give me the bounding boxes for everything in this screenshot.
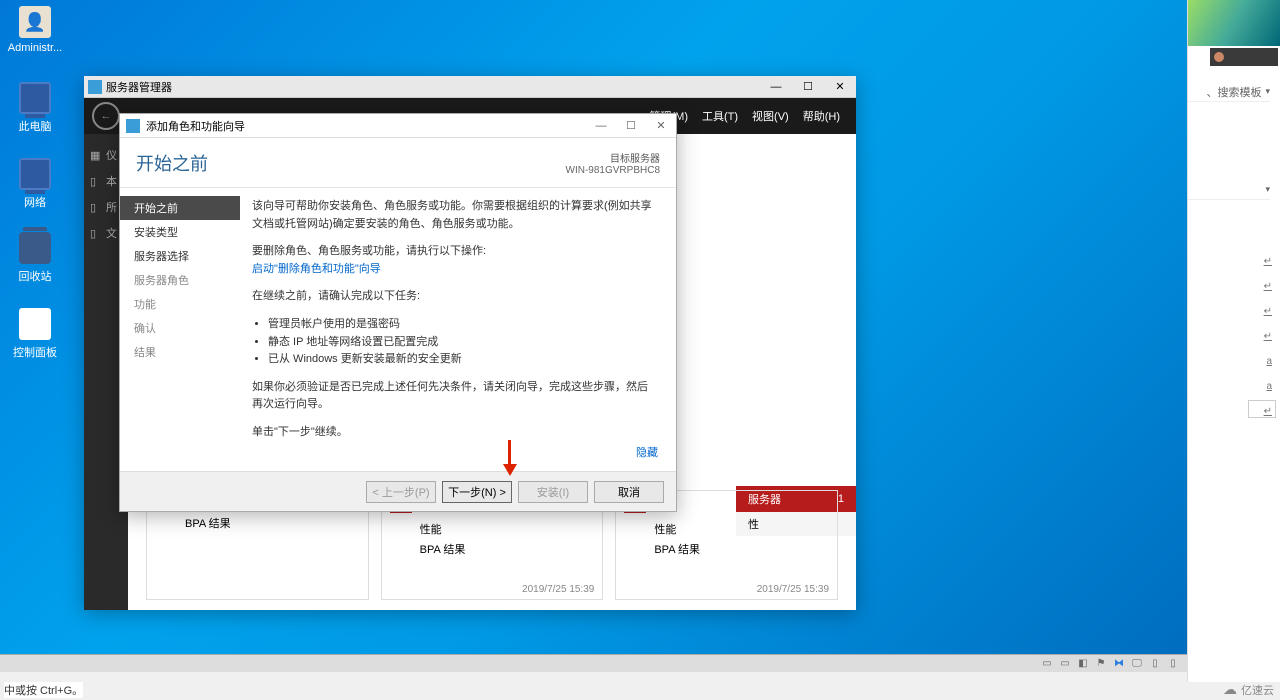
server-manager-icon bbox=[88, 80, 102, 94]
right-dropdown[interactable]: ▾ bbox=[1188, 180, 1270, 200]
next-button[interactable]: 下一步(N) > bbox=[442, 481, 512, 503]
server-manager-titlebar[interactable]: 服务器管理器 — ☐ ✕ bbox=[84, 76, 856, 98]
user-icon bbox=[19, 6, 51, 38]
right-userbar[interactable] bbox=[1210, 48, 1278, 66]
tray-icon[interactable]: ◧ bbox=[1077, 658, 1089, 670]
chevron-down-icon: ▾ bbox=[1265, 184, 1270, 195]
wizard-minimize-button[interactable]: — bbox=[586, 114, 616, 138]
close-button[interactable]: ✕ bbox=[824, 76, 856, 98]
cloud-icon: ☁ bbox=[1223, 681, 1237, 698]
cancel-button[interactable]: 取消 bbox=[594, 481, 664, 503]
right-thumbnail[interactable] bbox=[1188, 0, 1280, 46]
nav-confirm: 确认 bbox=[120, 316, 240, 340]
nav-before-you-begin[interactable]: 开始之前 bbox=[120, 196, 240, 220]
add-roles-wizard: 添加角色和功能向导 — ☐ ✕ 开始之前 目标服务器 WIN-981GVRPBH… bbox=[119, 113, 677, 512]
nav-install-type[interactable]: 安装类型 bbox=[120, 220, 240, 244]
desktop-icon-administrator[interactable]: Administr... bbox=[5, 6, 65, 54]
desktop-icon-recycle-bin[interactable]: 回收站 bbox=[5, 232, 65, 284]
right-marks: ↵ ↵ ↵ ↵ a a ↵ bbox=[1264, 256, 1272, 417]
tray-volume-icon[interactable]: ▯ bbox=[1149, 658, 1161, 670]
hide-link[interactable]: 隐藏 bbox=[636, 445, 658, 463]
minimize-button[interactable]: — bbox=[760, 76, 792, 98]
menu-help[interactable]: 帮助(H) bbox=[803, 108, 840, 124]
wizard-footer: < 上一步(P) 下一步(N) > 安装(I) 取消 bbox=[120, 471, 676, 511]
avatar-icon bbox=[1214, 52, 1224, 62]
nav-results: 结果 bbox=[120, 340, 240, 364]
menu-view[interactable]: 视图(V) bbox=[752, 108, 789, 124]
wizard-heading: 开始之前 bbox=[136, 150, 208, 176]
network-icon bbox=[19, 158, 51, 190]
tray-icon[interactable]: ▭ bbox=[1041, 658, 1053, 670]
control-panel-icon bbox=[19, 308, 51, 340]
tray-icon[interactable]: ▭ bbox=[1059, 658, 1071, 670]
desktop-icon-network[interactable]: 网络 bbox=[5, 158, 65, 210]
brand-watermark: ☁ 亿速云 bbox=[1223, 681, 1274, 698]
destination-server: WIN-981GVRPBHC8 bbox=[566, 165, 660, 176]
maximize-button[interactable]: ☐ bbox=[792, 76, 824, 98]
remove-roles-link[interactable]: 启动"删除角色和功能"向导 bbox=[252, 263, 381, 275]
chevron-down-icon: ▾ bbox=[1265, 86, 1270, 97]
wizard-titlebar[interactable]: 添加角色和功能向导 — ☐ ✕ bbox=[120, 114, 676, 138]
wizard-nav: 开始之前 安装类型 服务器选择 服务器角色 功能 确认 结果 bbox=[120, 188, 240, 471]
tray-icon[interactable]: ▯ bbox=[1167, 658, 1179, 670]
menu-tools[interactable]: 工具(T) bbox=[702, 108, 738, 124]
taskbar[interactable]: ▭ ▭ ◧ ⚑ ⧓ 🖵 ▯ ▯ bbox=[0, 654, 1187, 672]
nav-features: 功能 bbox=[120, 292, 240, 316]
tray-bluetooth-icon[interactable]: ⧓ bbox=[1113, 658, 1125, 670]
search-templates[interactable]: 、搜索模板▾ bbox=[1188, 82, 1270, 102]
previous-button: < 上一步(P) bbox=[366, 481, 436, 503]
nav-server-roles: 服务器角色 bbox=[120, 268, 240, 292]
wizard-content: 该向导可帮助你安装角色、角色服务或功能。你需要根据组织的计算要求(例如共享文档或… bbox=[240, 188, 676, 471]
wizard-title: 添加角色和功能向导 bbox=[146, 118, 245, 134]
server-manager-title: 服务器管理器 bbox=[106, 79, 172, 95]
wizard-header: 开始之前 目标服务器 WIN-981GVRPBHC8 bbox=[120, 138, 676, 188]
system-tray[interactable]: ▭ ▭ ◧ ⚑ ⧓ 🖵 ▯ ▯ bbox=[1041, 658, 1187, 670]
desktop: Administr... 此电脑 网络 回收站 控制面板 服务器管理器 — ☐ … bbox=[0, 0, 1187, 672]
recycle-icon bbox=[19, 232, 51, 264]
right-panel: 、搜索模板▾ ▾ ↵ ↵ ↵ ↵ a a ↵ bbox=[1187, 0, 1280, 682]
wizard-icon bbox=[126, 119, 140, 133]
desktop-icon-control-panel[interactable]: 控制面板 bbox=[5, 308, 65, 360]
wizard-close-button[interactable]: ✕ bbox=[646, 114, 676, 138]
right-input-box[interactable] bbox=[1248, 400, 1276, 418]
nav-server-selection[interactable]: 服务器选择 bbox=[120, 244, 240, 268]
tray-monitor-icon[interactable]: 🖵 bbox=[1131, 658, 1143, 670]
status-text: 中或按 Ctrl+G。 bbox=[4, 682, 83, 698]
pc-icon bbox=[19, 82, 51, 114]
destination-label: 目标服务器 bbox=[566, 150, 660, 165]
back-button[interactable]: ← bbox=[92, 102, 120, 130]
tray-icon[interactable]: ⚑ bbox=[1095, 658, 1107, 670]
install-button: 安装(I) bbox=[518, 481, 588, 503]
wizard-maximize-button[interactable]: ☐ bbox=[616, 114, 646, 138]
desktop-icon-this-pc[interactable]: 此电脑 bbox=[5, 82, 65, 134]
